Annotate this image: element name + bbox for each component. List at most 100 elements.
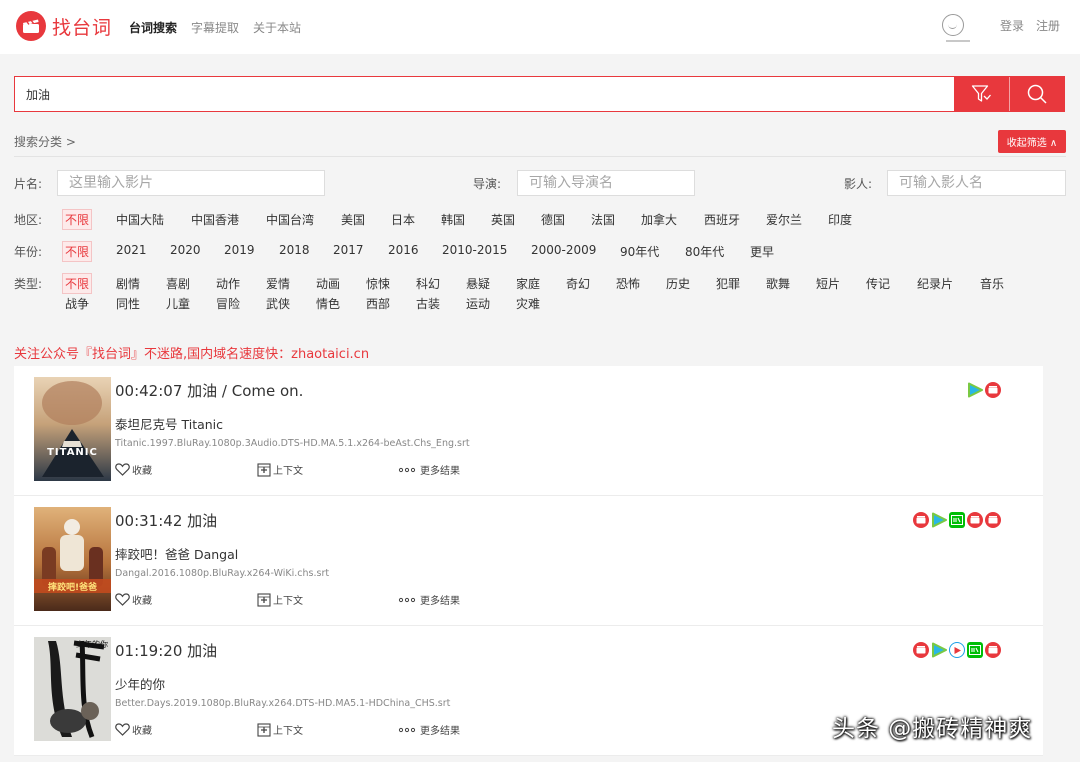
subtitle-file-name[interactable]: Titanic.1997.BluRay.1080p.3Audio.DTS-HD.… <box>115 438 470 449</box>
search-category-toggle[interactable]: 搜索分类 > <box>14 133 76 150</box>
genre-option[interactable]: 武侠 <box>266 295 290 312</box>
notice-banner[interactable]: 关注公众号『找台词』不迷路,国内域名速度快：zhaotaici.cn <box>14 343 369 362</box>
genre-option[interactable]: 运动 <box>466 295 490 312</box>
region-option[interactable]: 中国香港 <box>191 211 239 228</box>
region-option[interactable]: 英国 <box>491 211 515 228</box>
video-box-platform-icon[interactable] <box>967 512 983 528</box>
genre-option[interactable]: 歌舞 <box>766 275 790 292</box>
year-option[interactable]: 2018 <box>279 243 310 257</box>
region-option[interactable]: 日本 <box>391 211 415 228</box>
subtitle-file-name[interactable]: Dangal.2016.1080p.BluRay.x264-WiKi.chs.s… <box>115 568 329 579</box>
genre-option[interactable]: 儿童 <box>166 295 190 312</box>
video-box-platform-icon[interactable] <box>985 382 1001 398</box>
genre-option[interactable]: 奇幻 <box>566 275 590 292</box>
context-button[interactable]: 上下文 <box>257 722 303 737</box>
youku-platform-icon[interactable] <box>949 642 965 658</box>
genre-option[interactable]: 纪录片 <box>917 275 953 292</box>
line-timestamp-text[interactable]: 01:19:20 加油 <box>115 640 217 661</box>
nav-line-search[interactable]: 台词搜索 <box>129 19 177 36</box>
genre-option[interactable]: 历史 <box>666 275 690 292</box>
actor-input[interactable] <box>887 170 1066 196</box>
nav-about[interactable]: 关于本站 <box>253 19 301 36</box>
genre-option[interactable]: 剧情 <box>116 275 140 292</box>
context-button[interactable]: 上下文 <box>257 592 303 607</box>
register-link[interactable]: 注册 <box>1036 17 1060 34</box>
genre-option[interactable]: 动作 <box>216 275 240 292</box>
region-option[interactable]: 西班牙 <box>704 211 740 228</box>
year-option[interactable]: 2010-2015 <box>442 243 507 257</box>
genre-option[interactable]: 同性 <box>116 295 140 312</box>
nav-subtitle-extract[interactable]: 字幕提取 <box>191 19 239 36</box>
genre-option[interactable]: 传记 <box>866 275 890 292</box>
region-option[interactable]: 中国大陆 <box>116 211 164 228</box>
year-option[interactable]: 2021 <box>116 243 147 257</box>
year-option[interactable]: 2020 <box>170 243 201 257</box>
title-input[interactable] <box>57 170 325 196</box>
region-option[interactable]: 韩国 <box>441 211 465 228</box>
line-timestamp-text[interactable]: 00:42:07 加油 / Come on. <box>115 380 303 401</box>
subtitle-file-name[interactable]: Better.Days.2019.1080p.BluRay.x264.DTS-H… <box>115 698 450 709</box>
genre-option[interactable]: 战争 <box>65 295 89 312</box>
genre-option[interactable]: 惊悚 <box>366 275 390 292</box>
context-button[interactable]: 上下文 <box>257 462 303 477</box>
more-results-button[interactable]: 更多结果 <box>398 462 460 477</box>
genre-option[interactable]: 动画 <box>316 275 340 292</box>
search-button[interactable] <box>1009 77 1064 111</box>
genre-option[interactable]: 情色 <box>316 295 340 312</box>
search-input[interactable] <box>15 77 954 111</box>
region-option[interactable]: 中国台湾 <box>266 211 314 228</box>
play-platform-icon[interactable] <box>931 512 947 528</box>
play-platform-icon[interactable] <box>931 642 947 658</box>
year-option[interactable]: 2016 <box>388 243 419 257</box>
login-link[interactable]: 登录 <box>1000 17 1024 34</box>
user-avatar-icon[interactable] <box>941 14 964 36</box>
site-logo[interactable]: 找台词 <box>16 10 112 42</box>
region-option[interactable]: 不限 <box>62 209 93 230</box>
genre-option[interactable]: 家庭 <box>516 275 540 292</box>
genre-option[interactable]: 灾难 <box>516 295 540 312</box>
favorite-button[interactable]: 收藏 <box>115 722 152 737</box>
genre-option[interactable]: 古装 <box>416 295 440 312</box>
region-option[interactable]: 法国 <box>591 211 615 228</box>
genre-option[interactable]: 冒险 <box>216 295 240 312</box>
genre-option[interactable]: 西部 <box>366 295 390 312</box>
line-timestamp-text[interactable]: 00:31:42 加油 <box>115 510 217 531</box>
video-box-platform-icon[interactable] <box>913 512 929 528</box>
favorite-button[interactable]: 收藏 <box>115 462 152 477</box>
year-option[interactable]: 2000-2009 <box>531 243 596 257</box>
iqiyi-platform-icon[interactable] <box>967 642 983 658</box>
year-option[interactable]: 2017 <box>333 243 364 257</box>
region-option[interactable]: 爱尔兰 <box>766 211 802 228</box>
genre-option[interactable]: 音乐 <box>980 275 1004 292</box>
genre-option[interactable]: 喜剧 <box>166 275 190 292</box>
year-option[interactable]: 更早 <box>750 243 774 260</box>
year-option[interactable]: 2019 <box>224 243 255 257</box>
region-option[interactable]: 印度 <box>828 211 852 228</box>
movie-poster[interactable]: 摔跤吧!爸爸 <box>34 507 111 611</box>
movie-poster[interactable]: 少年的你 <box>34 637 111 741</box>
region-option[interactable]: 加拿大 <box>641 211 677 228</box>
video-box-platform-icon[interactable] <box>913 642 929 658</box>
genre-option[interactable]: 科幻 <box>416 275 440 292</box>
genre-option[interactable]: 犯罪 <box>716 275 740 292</box>
genre-option[interactable]: 不限 <box>62 273 93 294</box>
genre-option[interactable]: 悬疑 <box>466 275 490 292</box>
play-platform-icon[interactable] <box>967 382 983 398</box>
movie-title[interactable]: 摔跤吧！爸爸 Dangal <box>115 544 238 563</box>
video-box-platform-icon[interactable] <box>985 512 1001 528</box>
region-option[interactable]: 美国 <box>341 211 365 228</box>
video-box-platform-icon[interactable] <box>985 642 1001 658</box>
genre-option[interactable]: 短片 <box>816 275 840 292</box>
more-results-button[interactable]: 更多结果 <box>398 722 460 737</box>
genre-option[interactable]: 恐怖 <box>616 275 640 292</box>
iqiyi-platform-icon[interactable] <box>949 512 965 528</box>
genre-option[interactable]: 爱情 <box>266 275 290 292</box>
collapse-filter-button[interactable]: 收起筛选 ∧ <box>998 130 1066 153</box>
region-option[interactable]: 德国 <box>541 211 565 228</box>
director-input[interactable] <box>517 170 695 196</box>
movie-title[interactable]: 泰坦尼克号 Titanic <box>115 414 223 433</box>
more-results-button[interactable]: 更多结果 <box>398 592 460 607</box>
year-option[interactable]: 80年代 <box>685 243 724 260</box>
favorite-button[interactable]: 收藏 <box>115 592 152 607</box>
year-option[interactable]: 90年代 <box>620 243 659 260</box>
